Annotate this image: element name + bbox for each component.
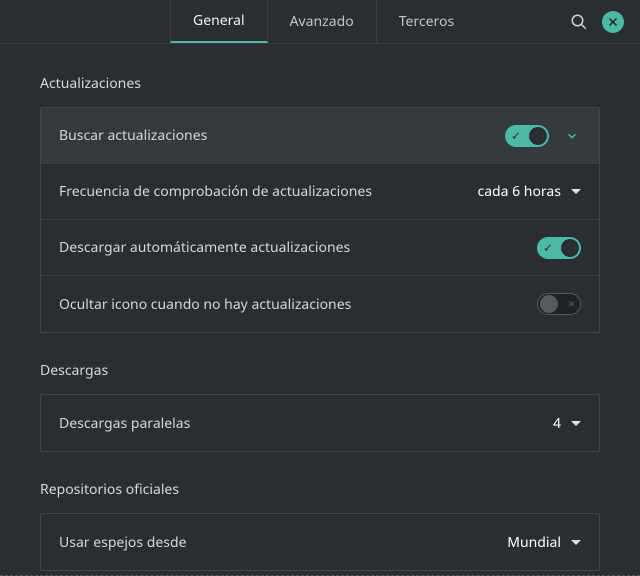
tab-label: Terceros xyxy=(399,12,455,31)
section-title-repos: Repositorios oficiales xyxy=(40,480,600,499)
tab-label: General xyxy=(193,11,245,30)
row-frequency: Frecuencia de comprobación de actualizac… xyxy=(41,164,599,220)
tab-strip: General Avanzado Terceros xyxy=(170,0,476,43)
row-label: Ocultar icono cuando no hay actualizacio… xyxy=(59,295,537,314)
topbar-actions xyxy=(568,0,628,43)
chevron-down-icon[interactable] xyxy=(563,127,581,145)
toggle-check-updates[interactable]: ✓ xyxy=(505,125,549,147)
tab-general[interactable]: General xyxy=(170,0,268,43)
settings-content: Actualizaciones Buscar actualizaciones ✓… xyxy=(0,44,640,576)
tab-third-party[interactable]: Terceros xyxy=(377,0,477,43)
dropdown-value: cada 6 horas xyxy=(477,182,561,201)
row-mirrors: Usar espejos desde Mundial xyxy=(41,514,599,570)
cross-icon: × xyxy=(568,298,575,310)
tab-advanced[interactable]: Avanzado xyxy=(268,0,377,43)
row-label: Descargas paralelas xyxy=(59,414,553,433)
dropdown-value: 4 xyxy=(553,414,561,433)
downloads-panel: Descargas paralelas 4 xyxy=(40,394,600,452)
caret-down-icon xyxy=(571,189,581,194)
row-check-updates: Buscar actualizaciones ✓ xyxy=(41,108,599,164)
close-icon[interactable] xyxy=(602,11,624,33)
updates-panel: Buscar actualizaciones ✓ Frecuencia de c… xyxy=(40,107,600,333)
row-controls: ✓ xyxy=(505,125,581,147)
caret-down-icon xyxy=(571,540,581,545)
row-parallel-downloads: Descargas paralelas 4 xyxy=(41,395,599,451)
check-icon: ✓ xyxy=(543,242,553,254)
section-title-updates: Actualizaciones xyxy=(40,74,600,93)
check-icon: ✓ xyxy=(511,130,521,142)
mirrors-dropdown[interactable]: Mundial xyxy=(507,533,581,552)
toggle-auto-download[interactable]: ✓ xyxy=(537,237,581,259)
row-label: Usar espejos desde xyxy=(59,533,507,552)
toggle-knob xyxy=(561,239,579,257)
caret-down-icon xyxy=(571,421,581,426)
dropdown-value: Mundial xyxy=(507,533,561,552)
row-auto-download: Descargar automáticamente actualizacione… xyxy=(41,220,599,276)
toggle-knob xyxy=(529,127,547,145)
row-label: Buscar actualizaciones xyxy=(59,126,505,145)
row-label: Frecuencia de comprobación de actualizac… xyxy=(59,182,477,201)
toggle-hide-icon[interactable]: × xyxy=(537,293,581,315)
row-hide-icon: Ocultar icono cuando no hay actualizacio… xyxy=(41,276,599,332)
tab-label: Avanzado xyxy=(290,12,354,31)
repos-panel: Usar espejos desde Mundial xyxy=(40,513,600,571)
toggle-knob xyxy=(540,295,558,313)
section-title-downloads: Descargas xyxy=(40,361,600,380)
search-icon[interactable] xyxy=(568,11,590,33)
parallel-downloads-dropdown[interactable]: 4 xyxy=(553,414,581,433)
top-bar: General Avanzado Terceros xyxy=(0,0,640,44)
row-label: Descargar automáticamente actualizacione… xyxy=(59,238,537,257)
frequency-dropdown[interactable]: cada 6 horas xyxy=(477,182,581,201)
